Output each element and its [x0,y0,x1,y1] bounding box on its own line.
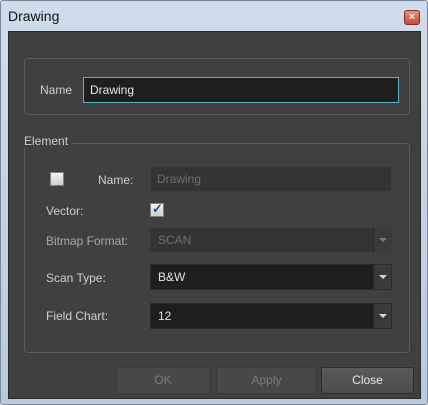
element-name-input[interactable] [150,166,392,192]
checkmark-icon: ✓ [152,201,163,216]
field-chart-value: 12 [158,309,172,323]
dialog-body: Name Element Name: Vector: ✓ Bitmap Form… [8,31,421,399]
element-group-legend: Element [20,134,73,148]
ok-button[interactable]: OK [116,367,210,394]
apply-button[interactable]: Apply [216,367,317,394]
title-bar[interactable]: Drawing × [1,1,427,31]
drawing-dialog-window: Drawing × Name Element Name: Vector: ✓ B… [0,0,428,405]
bitmap-format-label: Bitmap Format: [46,234,129,248]
chevron-down-icon[interactable] [373,228,391,252]
bitmap-format-select[interactable]: SCAN [150,227,392,253]
chevron-down-icon[interactable] [373,304,391,328]
vector-checkbox[interactable]: ✓ [150,201,164,217]
close-button[interactable]: Close [321,367,414,394]
chevron-down-icon[interactable] [373,265,391,289]
close-window-icon[interactable]: × [404,10,420,25]
scan-type-select[interactable]: B&W [150,264,392,290]
element-name-label: Name: [98,173,134,187]
field-chart-label: Field Chart: [46,309,109,323]
field-chart-select[interactable]: 12 [150,303,392,329]
drawing-name-input[interactable] [83,77,399,103]
element-name-checkbox[interactable] [50,172,64,186]
bitmap-format-value: SCAN [158,233,192,247]
scan-type-label: Scan Type: [46,271,106,285]
scan-type-value: B&W [158,270,186,284]
name-label: Name [40,83,73,97]
window-title: Drawing [8,8,60,24]
vector-label: Vector: [46,204,84,218]
